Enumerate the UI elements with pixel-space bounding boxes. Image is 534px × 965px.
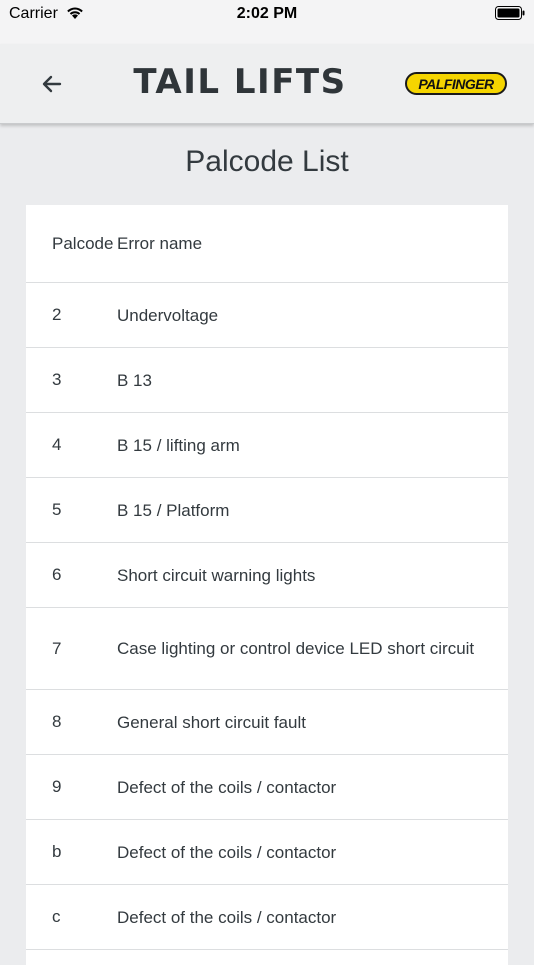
column-header-error-name: Error name [117, 234, 203, 253]
error-name-cell: Defect of the coils / contactor [117, 842, 337, 862]
palcode-cell: b [52, 842, 62, 861]
palcode-table: Palcode Error name 2 Undervoltage 3 B 13… [26, 205, 508, 965]
app-header: TAIL LIFTS PALFINGER [0, 44, 534, 124]
palcode-cell: 5 [52, 500, 62, 519]
palfinger-logo: PALFINGER [405, 72, 507, 95]
error-name-cell: Short circuit warning lights [117, 565, 316, 585]
table-row[interactable]: 2 Undervoltage [26, 283, 508, 348]
column-header-palcode: Palcode [52, 233, 114, 253]
error-name-cell: Case lighting or control device LED shor… [117, 639, 475, 658]
status-time: 2:02 PM [236, 5, 298, 22]
table-row[interactable]: 4 B 15 / lifting arm [26, 413, 508, 478]
status-bar: Carrier 2:02 PM [0, 0, 534, 44]
error-name-cell: Defect of the coils / contactor [117, 907, 337, 927]
page-title: Palcode List [185, 145, 349, 178]
battery-icon [495, 6, 525, 20]
palcode-cell: 6 [52, 565, 62, 584]
table-header: Palcode Error name [26, 205, 508, 283]
palcode-cell: 7 [52, 638, 62, 658]
table-row[interactable]: 7 Case lighting or control device LED sh… [26, 608, 508, 690]
error-name-cell: General short circuit fault [117, 712, 306, 732]
table-row[interactable]: 5 B 15 / Platform [26, 478, 508, 543]
palcode-cell: 4 [52, 435, 62, 454]
error-name-cell: B 15 / Platform [117, 500, 230, 520]
table-row[interactable]: 3 B 13 [26, 348, 508, 413]
error-name-cell: B 15 / lifting arm [117, 435, 240, 455]
error-name-cell: B 13 [117, 370, 152, 390]
palcode-cell: 9 [52, 777, 62, 796]
table-row[interactable]: c Defect of the coils / contactor [26, 885, 508, 950]
error-name-cell: Undervoltage [117, 305, 219, 325]
palcode-cell: 8 [52, 712, 62, 731]
palcode-cell: 3 [52, 370, 62, 389]
table-row[interactable]: 9 Defect of the coils / contactor [26, 755, 508, 820]
palcode-cell: 2 [52, 305, 62, 324]
table-row[interactable]: b Defect of the coils / contactor [26, 820, 508, 885]
error-name-cell: Defect of the coils / contactor [117, 777, 337, 797]
palcode-cell: c [52, 907, 61, 926]
table-row[interactable]: 6 Short circuit warning lights [26, 543, 508, 608]
brand-logo-text: PALFINGER [418, 75, 494, 92]
table-row[interactable]: 8 General short circuit fault [26, 690, 508, 755]
